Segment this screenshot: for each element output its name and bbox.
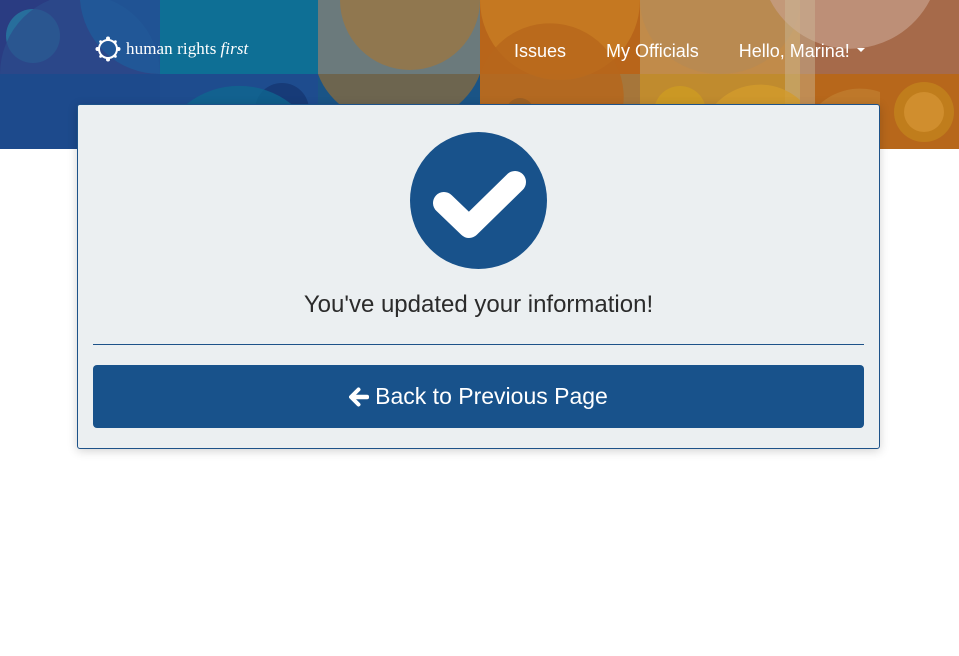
page: human rights first Issues My Officials He… — [0, 0, 959, 656]
checkmark-circle-icon — [410, 132, 547, 269]
back-to-previous-page-button[interactable]: Back to Previous Page — [93, 365, 864, 428]
logo-name: human rights — [126, 39, 217, 58]
circle-dots-logo-icon — [95, 36, 121, 62]
site-logo[interactable]: human rights first — [95, 36, 248, 62]
user-menu-toggle[interactable]: Hello, Marina! — [739, 41, 865, 62]
nav-link-issues[interactable]: Issues — [514, 41, 566, 62]
main-nav: Issues My Officials Hello, Marina! — [514, 41, 865, 62]
caret-down-icon — [856, 48, 865, 53]
user-greeting: Hello, Marina! — [738, 41, 850, 61]
nav-link-my-officials[interactable]: My Officials — [606, 41, 699, 62]
confirmation-card: You've updated your information! Back to… — [77, 104, 880, 449]
confirmation-message: You've updated your information! — [303, 291, 654, 318]
logo-name-emphasis: first — [220, 39, 249, 58]
back-button-label: Back to Previous Page — [375, 383, 608, 409]
logo-text: human rights first — [126, 39, 248, 59]
card-divider — [93, 344, 864, 345]
checkmark-glyph — [433, 171, 526, 238]
arrow-left-icon — [349, 387, 370, 406]
